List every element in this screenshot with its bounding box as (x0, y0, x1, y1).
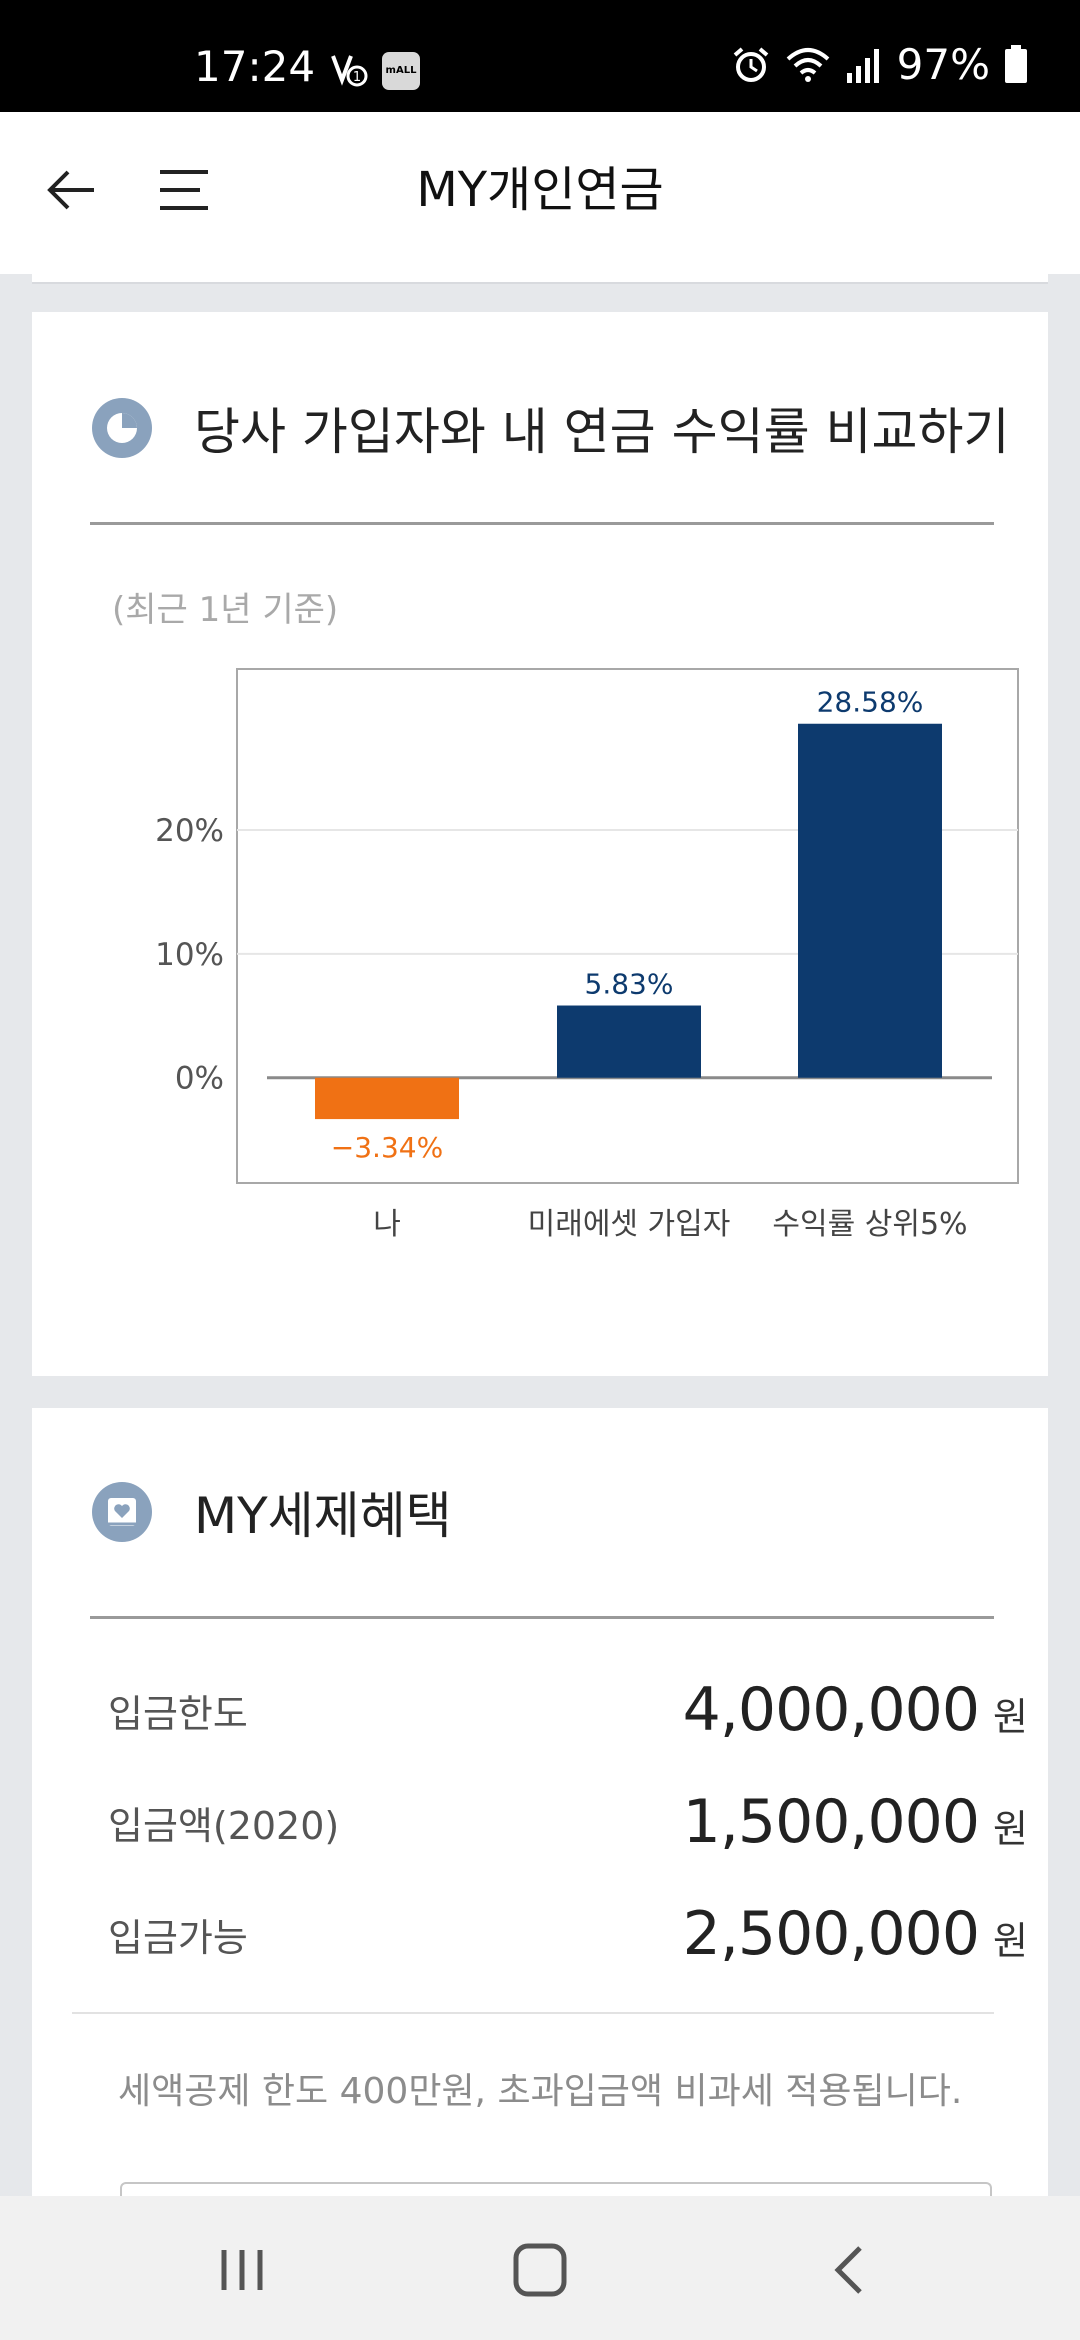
battery-icon (1005, 45, 1027, 83)
y-tick-label: 20% (155, 813, 224, 849)
category-label: 미래에셋 가입자 (528, 1207, 731, 1242)
tax-card-header: MY세제혜택 (92, 1476, 452, 1548)
mall-app-icon: mALL (382, 52, 420, 90)
deposit-limit-row: 입금한도 4,000,000 원 (108, 1670, 1028, 1750)
svg-text:1: 1 (353, 70, 361, 85)
return-comparison-chart: 0% 10% 20% −3.34% 5.83% 28.58% 나 미래에셋 가입자 수익률 … (155, 668, 1019, 1242)
row-label: 입금한도 (108, 1691, 248, 1736)
bar (798, 723, 942, 1078)
heart-document-icon (92, 1482, 152, 1542)
divider (90, 1616, 994, 1619)
amount: 1,500,000 (682, 1787, 980, 1857)
amount: 4,000,000 (682, 1675, 980, 1745)
battery-percent: 97% (896, 40, 990, 89)
currency-unit: 원 (993, 1695, 1028, 1739)
status-bar: 17:24 1 mALL 97% (0, 0, 1080, 112)
return-comparison-card: 당사 가입자와 내 연금 수익률 비교하기 (최근 1년 기준) 0% 10% 20… (32, 312, 1048, 1376)
recent-apps-icon[interactable] (210, 2240, 274, 2300)
back-nav-icon[interactable] (816, 2240, 880, 2300)
currency-unit: 원 (993, 1919, 1028, 1963)
y-tick-labels: 0% 10% 20% (155, 813, 224, 1097)
status-time: 17:24 (194, 42, 316, 91)
notification-icon: 1 (331, 55, 368, 87)
category-labels: 나 미래에셋 가입자 수익률 상위5% (373, 1207, 967, 1242)
deposit-available-row: 입금가능 2,500,000 원 (108, 1894, 1028, 1974)
row-value: 1,500,000 원 (683, 1787, 1028, 1857)
y-tick-label: 10% (155, 937, 224, 973)
row-value: 2,500,000 원 (683, 1899, 1028, 1969)
tax-card-title: MY세제혜택 (194, 1487, 452, 1545)
y-tick-label: 0% (175, 1061, 224, 1097)
deposit-amount-row: 입금액(2020) 1,500,000 원 (108, 1782, 1028, 1862)
value-label: 5.83% (585, 968, 674, 1001)
category-label: 나 (373, 1207, 401, 1242)
signal-icon (846, 49, 879, 83)
value-label: 28.58% (817, 686, 924, 719)
previous-card-edge (32, 274, 1048, 284)
row-label: 입금액(2020) (108, 1803, 340, 1848)
bars (315, 723, 942, 1120)
page-title: MY개인연금 (416, 162, 664, 218)
row-label: 입금가능 (108, 1915, 248, 1960)
amount: 2,500,000 (682, 1899, 980, 1969)
home-icon[interactable] (508, 2240, 572, 2300)
tax-note: 세액공제 한도 400만원, 초과입금액 비과세 적용됩니다. (118, 2071, 963, 2112)
system-navigation-bar (0, 2196, 1080, 2340)
row-value: 4,000,000 원 (683, 1675, 1028, 1745)
tax-benefit-card: MY세제혜택 입금한도 4,000,000 원 입금액(2020) 1,500,… (32, 1408, 1048, 2204)
bar (315, 1077, 459, 1120)
value-label: −3.34% (331, 1131, 443, 1164)
status-icons: 97% (731, 44, 1028, 86)
alarm-icon (733, 47, 768, 82)
bar (557, 1005, 701, 1078)
app-header: MY개인연금 (0, 112, 1080, 274)
wifi-icon (786, 48, 829, 82)
divider (72, 2012, 994, 2014)
category-label: 수익률 상위5% (772, 1207, 967, 1242)
currency-unit: 원 (993, 1807, 1028, 1851)
